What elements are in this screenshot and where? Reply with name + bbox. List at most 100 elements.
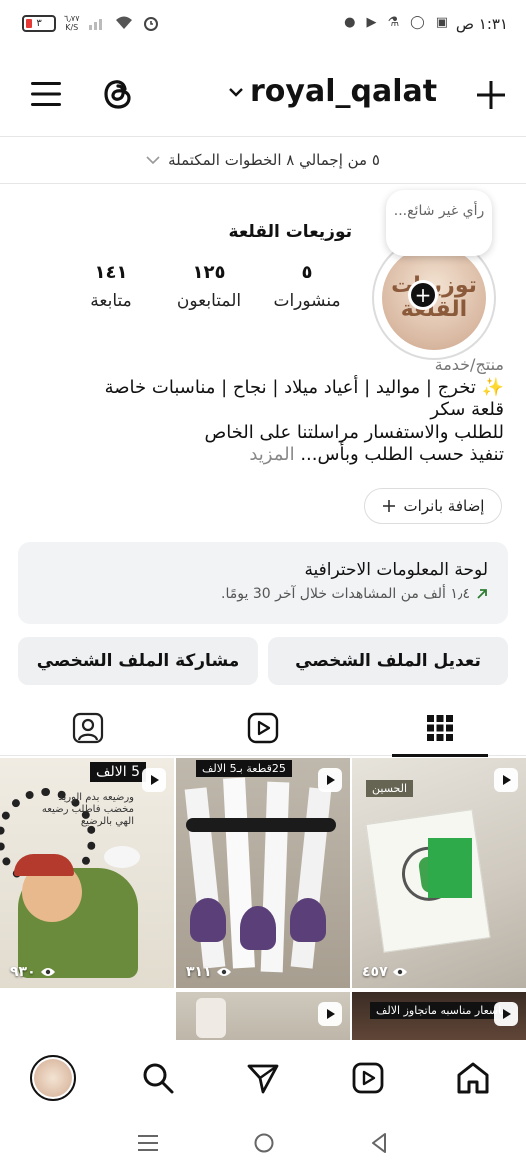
profile-bio: منتج/خدمة ✨ تخرج | مواليد | أعياد ميلاد … [18, 354, 504, 467]
bio-line: قلعة سكر [430, 399, 504, 420]
avatar-image-small [33, 1059, 72, 1097]
profile-category: منتج/خدمة [434, 355, 504, 374]
username-label: royal_qalat [250, 74, 438, 109]
trend-up-arrow-icon [477, 589, 487, 599]
gamepad-icon: ▣ [435, 15, 448, 30]
stat-followers[interactable]: ١٢٥ المتابعون [164, 262, 254, 311]
status-bar: ٣ ٦٫٧٧ K/S ● ▶ ⚗ ◯ ▣ ١:٣١ ص [0, 0, 526, 52]
tile-tag-graphic [290, 898, 326, 942]
dashboard-title: لوحة المعلومات الاحترافية [304, 560, 488, 580]
tile-caption-secondary: ورضيعه بدم الوريد مخضب فاطلب رضيعه الهي … [41, 792, 134, 827]
steps-progress-text: ٥ من إجمالي ٨ الخطوات المكتملة [168, 151, 380, 169]
network-speed-value: ٦٫٧٧ [64, 14, 80, 23]
add-story-plus-icon[interactable]: + [408, 280, 438, 310]
reel-indicator-icon [142, 768, 166, 792]
grid-tile[interactable]: الحسين ٤٥٧ [352, 758, 526, 988]
reels-icon [352, 1062, 384, 1094]
tile-views-count: ٩٣٠ [10, 964, 36, 980]
threads-icon[interactable] [98, 74, 138, 114]
add-banners-label: إضافة بانرات [403, 497, 485, 515]
chevron-down-icon [229, 87, 243, 97]
reel-indicator-icon [318, 768, 342, 792]
profile-stats: ٥ منشورات ١٢٥ المتابعون ١٤١ متابعة [66, 262, 352, 311]
app-notification-icon: ▶ [366, 15, 377, 30]
stat-label: المتابعون [176, 291, 242, 311]
nav-profile[interactable] [23, 1048, 83, 1108]
grid-tile[interactable] [176, 992, 350, 1040]
tile-caption: 25قطعة بـ5 الالف [196, 760, 292, 777]
eye-icon [216, 968, 231, 976]
reel-indicator-icon [494, 768, 518, 792]
eye-icon [40, 968, 55, 976]
reel-indicator-icon [318, 1002, 342, 1026]
flask-icon: ⚗ [387, 15, 400, 30]
tile-views: ٤٥٧ [362, 964, 408, 980]
tile-ribbon-graphic [186, 818, 336, 832]
tab-reels[interactable] [215, 700, 311, 756]
grid-tile[interactable]: باسعار مناسبه ماتجاوز الالف [352, 992, 526, 1040]
nav-direct[interactable] [233, 1048, 293, 1108]
chevron-down-icon [146, 156, 160, 165]
stat-label: متابعة [90, 291, 132, 311]
stat-label: منشورات [273, 291, 341, 311]
battery-level: ٣ [36, 17, 42, 29]
status-notification-icons: ● ▶ ⚗ ◯ ▣ [344, 15, 448, 30]
add-banners-button[interactable]: إضافة بانرات [364, 488, 502, 524]
note-bubble[interactable]: رأي غير شائع... [386, 190, 492, 256]
dashboard-subtitle: ١٫٤ ألف من المشاهدات خلال آخر 30 يومًا. [38, 586, 488, 602]
grid-tile[interactable]: 25قطعة بـ5 الالف ٣١١ [176, 758, 350, 988]
home-circle-icon[interactable] [253, 1132, 275, 1154]
network-speed-unit: K/S [65, 23, 79, 32]
stat-posts[interactable]: ٥ منشورات [262, 262, 352, 311]
stat-number: ١٢٥ [192, 262, 226, 283]
bio-line-last: تنفيذ حسب الطلب وبأس... المزيد [18, 444, 504, 467]
display-name: توزيعات القلعة [228, 222, 352, 242]
steps-progress-banner[interactable]: ٥ من إجمالي ٨ الخطوات المكتملة [0, 136, 526, 184]
tile-caption: 5 الالف [90, 762, 147, 782]
bio-line: للطلب والاستفسار مراسلتنا على الخاص [204, 421, 504, 443]
tile-object-graphic [196, 998, 226, 1038]
eye-icon [392, 968, 407, 976]
stat-number: ١٤١ [94, 262, 128, 283]
edit-profile-button[interactable]: تعديل الملف الشخصي [268, 637, 508, 685]
tab-grid[interactable] [392, 700, 488, 757]
reel-indicator-icon [494, 1002, 518, 1026]
whatsapp-icon: ◯ [410, 15, 425, 30]
bio-line-text: تنفيذ حسب الطلب وبأس... [300, 444, 504, 465]
tab-tagged[interactable] [40, 700, 136, 756]
tile-dove-graphic [104, 846, 140, 868]
search-icon [143, 1063, 174, 1094]
grid-icon [427, 715, 453, 741]
tile-hat-graphic [14, 854, 74, 876]
grid-tile[interactable]: 5 الالف ورضيعه بدم الوريد مخضب فاطلب رضي… [0, 758, 174, 988]
alarm-icon [143, 17, 158, 31]
nav-reels[interactable] [338, 1048, 398, 1108]
reels-icon [247, 712, 279, 744]
tile-caption: باسعار مناسبه ماتجاوز الالف [370, 1002, 511, 1019]
username-switcher[interactable]: royal_qalat [228, 74, 437, 109]
tile-caption: الحسين [366, 780, 414, 797]
battery-icon: ٣ [22, 14, 56, 32]
posts-grid: الحسين ٤٥٧ 25قطعة بـ5 الالف ٣١١ 5 الالف … [0, 758, 526, 1040]
plus-icon [382, 500, 395, 512]
network-speed: ٦٫٧٧ K/S [64, 14, 80, 32]
nav-search[interactable] [128, 1048, 188, 1108]
dot-icon: ● [344, 15, 356, 30]
stat-following[interactable]: ١٤١ متابعة [66, 262, 156, 311]
recent-apps-icon[interactable] [137, 1133, 159, 1153]
back-icon[interactable] [369, 1132, 389, 1154]
bio-more-link[interactable]: المزيد [249, 444, 294, 465]
menu-icon[interactable] [26, 76, 66, 112]
tile-views: ٣١١ [186, 964, 232, 980]
send-icon [247, 1064, 279, 1094]
tile-views: ٩٣٠ [10, 964, 56, 980]
top-bar: royal_qalat [0, 52, 526, 136]
share-profile-button[interactable]: مشاركة الملف الشخصي [18, 637, 258, 685]
professional-dashboard[interactable]: لوحة المعلومات الاحترافية ١٫٤ ألف من الم… [18, 542, 508, 624]
nav-home[interactable] [443, 1048, 503, 1108]
tile-ribbon-graphic [428, 838, 472, 898]
wifi-icon [115, 16, 132, 29]
signal-icon [88, 19, 102, 30]
profile-avatar-small [29, 1055, 76, 1101]
create-plus-icon[interactable] [472, 76, 510, 114]
